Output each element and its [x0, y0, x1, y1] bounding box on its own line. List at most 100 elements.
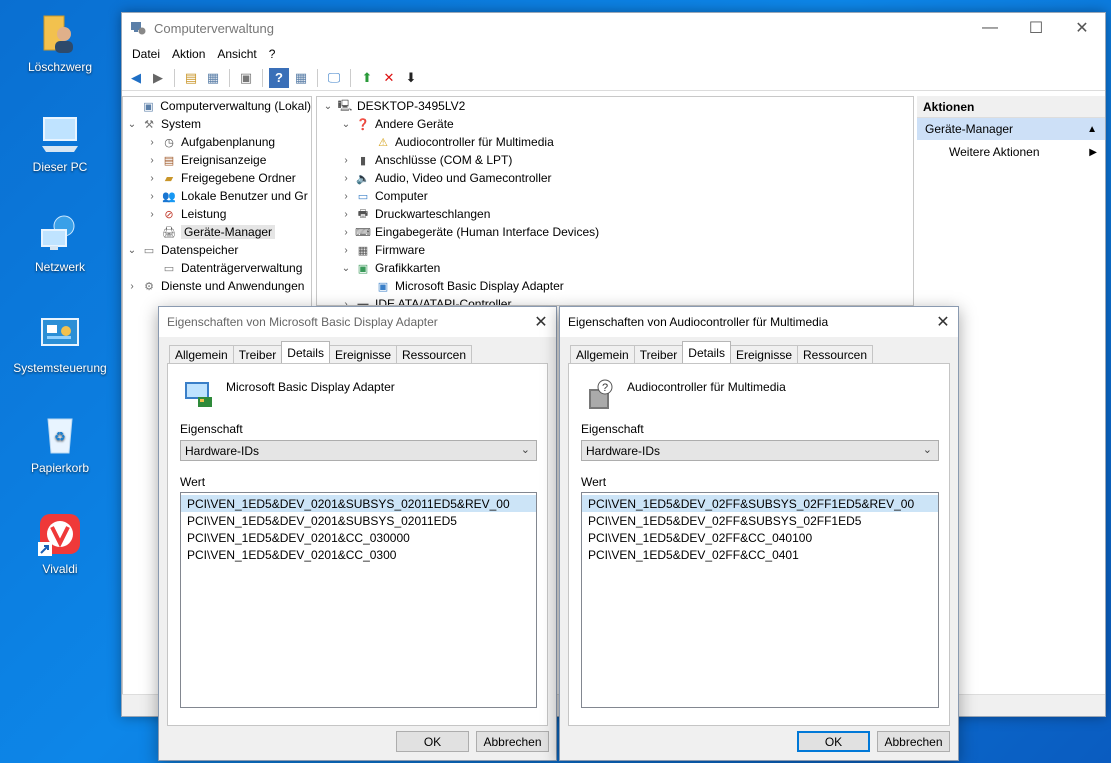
tab-ereignisse[interactable]: Ereignisse	[328, 345, 397, 363]
chevron-down-icon: ⌄	[520, 444, 530, 456]
cancel-button[interactable]: Abbrechen	[476, 731, 549, 752]
tab-ressourcen[interactable]: Ressourcen	[797, 345, 874, 363]
more-actions-item[interactable]: Weitere Aktionen ▶	[917, 140, 1105, 164]
performance-icon: ⊘	[164, 208, 174, 221]
list-item[interactable]: PCI\VEN_1ED5&DEV_0201&SUBSYS_02011ED5&RE…	[181, 495, 536, 512]
toolbar: ◀ ▶ ▤ ▦ ▣ ? ▦ 🖵 ⬆ ✕ ⬇	[122, 65, 1105, 91]
close-icon[interactable]: ✕	[928, 312, 958, 332]
speaker-icon: 🔈	[356, 172, 370, 185]
action-pane-icon[interactable]: ▦	[291, 68, 311, 88]
tab-treiber[interactable]: Treiber	[232, 345, 283, 363]
device-group-grafikkarten[interactable]: ⌄ ▣ Grafikkarten	[317, 259, 913, 277]
desktop-icon-label: Papierkorb	[30, 461, 90, 475]
menu-datei[interactable]: Datei	[126, 47, 166, 61]
properties-icon[interactable]: ▣	[236, 68, 256, 88]
tree-item-lokale-benutzer[interactable]: › 👥 Lokale Benutzer und Gr	[123, 187, 311, 205]
device-audiocontroller[interactable]: ⚠ Audiocontroller für Multimedia	[317, 133, 913, 151]
services-icon: ⚙	[144, 280, 154, 293]
back-arrow-icon[interactable]: ◀	[126, 68, 146, 88]
desktop-icon-user-folder[interactable]: Löschzwerg	[10, 12, 110, 74]
display-adapter-properties-dialog: Eigenschaften von Microsoft Basic Displa…	[158, 306, 557, 761]
tree-item-dienste[interactable]: › ⚙ Dienste und Anwendungen	[123, 277, 311, 295]
value-list[interactable]: PCI\VEN_1ED5&DEV_02FF&SUBSYS_02FF1ED5&RE…	[581, 492, 939, 708]
list-item[interactable]: PCI\VEN_1ED5&DEV_02FF&SUBSYS_02FF1ED5&RE…	[582, 495, 938, 512]
tree-item-computerverwaltung[interactable]: ▣ Computerverwaltung (Lokal)	[123, 97, 311, 115]
value-list[interactable]: PCI\VEN_1ED5&DEV_0201&SUBSYS_02011ED5&RE…	[180, 492, 537, 708]
display-adapter-icon: ▣	[377, 280, 389, 293]
tree-item-ereignisanzeige[interactable]: › ▤ Ereignisanzeige	[123, 151, 311, 169]
dialog-title-bar: Eigenschaften von Microsoft Basic Displa…	[159, 307, 556, 337]
property-select[interactable]: Hardware-IDs ⌄	[581, 440, 939, 461]
desktop-icon-this-pc[interactable]: Dieser PC	[10, 112, 110, 174]
property-select[interactable]: Hardware-IDs ⌄	[180, 440, 537, 461]
menu-aktion[interactable]: Aktion	[166, 47, 211, 61]
tab-details[interactable]: Details	[682, 341, 731, 363]
forward-arrow-icon[interactable]: ▶	[148, 68, 168, 88]
desktop-icon-label: Vivaldi	[42, 562, 78, 576]
tab-ressourcen[interactable]: Ressourcen	[396, 345, 473, 363]
desktop-icon-control-panel[interactable]: Systemsteuerung	[10, 313, 110, 375]
minimize-button[interactable]: —	[967, 13, 1013, 43]
svg-text:♻: ♻	[54, 429, 66, 444]
ok-button[interactable]: OK	[396, 731, 469, 752]
device-group-computer[interactable]: › ▭ Computer	[317, 187, 913, 205]
tab-ereignisse[interactable]: Ereignisse	[729, 345, 798, 363]
monitor-icon[interactable]: 🖵	[324, 68, 344, 88]
close-icon[interactable]: ✕	[526, 312, 556, 332]
device-group-eingabegeraete[interactable]: › ⌨ Eingabegeräte (Human Interface Device…	[317, 223, 913, 241]
computer-icon	[38, 112, 82, 156]
download-icon[interactable]: ⬇	[401, 68, 421, 88]
desktop-icon-vivaldi[interactable]: Vivaldi	[10, 514, 110, 576]
menu-ansicht[interactable]: Ansicht	[211, 47, 262, 61]
close-button[interactable]: ✕	[1059, 13, 1105, 43]
device-group-anschluesse[interactable]: › ▮ Anschlüsse (COM & LPT)	[317, 151, 913, 169]
list-item[interactable]: PCI\VEN_1ED5&DEV_0201&CC_030000	[181, 529, 536, 546]
tree-item-aufgabenplanung[interactable]: › ◷ Aufgabenplanung	[123, 133, 311, 151]
device-group-audio[interactable]: › 🔈 Audio, Video und Gamecontroller	[317, 169, 913, 187]
ok-button[interactable]: OK	[797, 731, 870, 752]
dialog-title: Eigenschaften von Microsoft Basic Displa…	[167, 315, 438, 329]
help-icon[interactable]: ?	[269, 67, 289, 88]
clock-icon: ◷	[164, 136, 174, 149]
tree-item-datenspeicher[interactable]: ⌄ ▭ Datenspeicher	[123, 241, 311, 259]
tab-allgemein[interactable]: Allgemein	[169, 345, 234, 363]
device-group-andere-geraete[interactable]: ⌄ ❓ Andere Geräte	[317, 115, 913, 133]
up-folder-icon[interactable]: ▤	[181, 68, 201, 88]
device-group-firmware[interactable]: › ▦ Firmware	[317, 241, 913, 259]
cancel-button[interactable]: Abbrechen	[877, 731, 950, 752]
list-item[interactable]: PCI\VEN_1ED5&DEV_0201&CC_0300	[181, 546, 536, 563]
device-manager-icon: 🖨	[162, 226, 176, 239]
menu-help[interactable]: ?	[263, 47, 282, 61]
tree-item-datentraegerverwaltung[interactable]: ▭ Datenträgerverwaltung	[123, 259, 311, 277]
tab-allgemein[interactable]: Allgemein	[570, 345, 635, 363]
tab-treiber[interactable]: Treiber	[633, 345, 684, 363]
device-group-druck[interactable]: › 🖶 Druckwarteschlangen	[317, 205, 913, 223]
monitor-icon: ▭	[357, 190, 369, 203]
device-display-adapter[interactable]: ▣ Microsoft Basic Display Adapter	[317, 277, 913, 295]
desktop-icon-recycle-bin[interactable]: ♻ Papierkorb	[10, 413, 110, 475]
uninstall-icon[interactable]: ✕	[379, 68, 399, 88]
computer-management-icon: ▣	[143, 100, 154, 113]
unknown-device-icon: ?	[585, 379, 617, 411]
dialog-title: Eigenschaften von Audiocontroller für Mu…	[568, 315, 829, 329]
tree-item-leistung[interactable]: › ⊘ Leistung	[123, 205, 311, 223]
list-item[interactable]: PCI\VEN_1ED5&DEV_0201&SUBSYS_02011ED5	[181, 512, 536, 529]
tab-details[interactable]: Details	[281, 341, 330, 363]
actions-section-device-manager[interactable]: Geräte-Manager ▲	[917, 118, 1105, 140]
maximize-button[interactable]: ☐	[1013, 13, 1059, 43]
tree-item-geraete-manager[interactable]: 🖨 Geräte-Manager	[123, 223, 311, 241]
list-item[interactable]: PCI\VEN_1ED5&DEV_02FF&CC_040100	[582, 529, 938, 546]
list-item[interactable]: PCI\VEN_1ED5&DEV_02FF&CC_0401	[582, 546, 938, 563]
recycle-bin-icon: ♻	[38, 413, 82, 457]
list-item[interactable]: PCI\VEN_1ED5&DEV_02FF&SUBSYS_02FF1ED5	[582, 512, 938, 529]
value-label: Wert	[581, 475, 607, 489]
update-driver-icon[interactable]: ⬆	[357, 68, 377, 88]
tree-item-freigegebene-ordner[interactable]: › ▰ Freigegebene Ordner	[123, 169, 311, 187]
device-group-ide[interactable]: › ▬ IDE ATA/ATAPI-Controller	[317, 295, 913, 305]
show-tree-icon[interactable]: ▦	[203, 68, 223, 88]
tree-item-system[interactable]: ⌄ ⚒ System	[123, 115, 311, 133]
tab-strip: Allgemein Treiber Details Ereignisse Res…	[169, 341, 473, 363]
details-panel: ? Audiocontroller für Multimedia Eigensc…	[568, 363, 950, 726]
desktop-icon-network[interactable]: Netzwerk	[10, 212, 110, 274]
device-root[interactable]: ⌄ 🖳 DESKTOP-3495LV2	[317, 97, 913, 115]
